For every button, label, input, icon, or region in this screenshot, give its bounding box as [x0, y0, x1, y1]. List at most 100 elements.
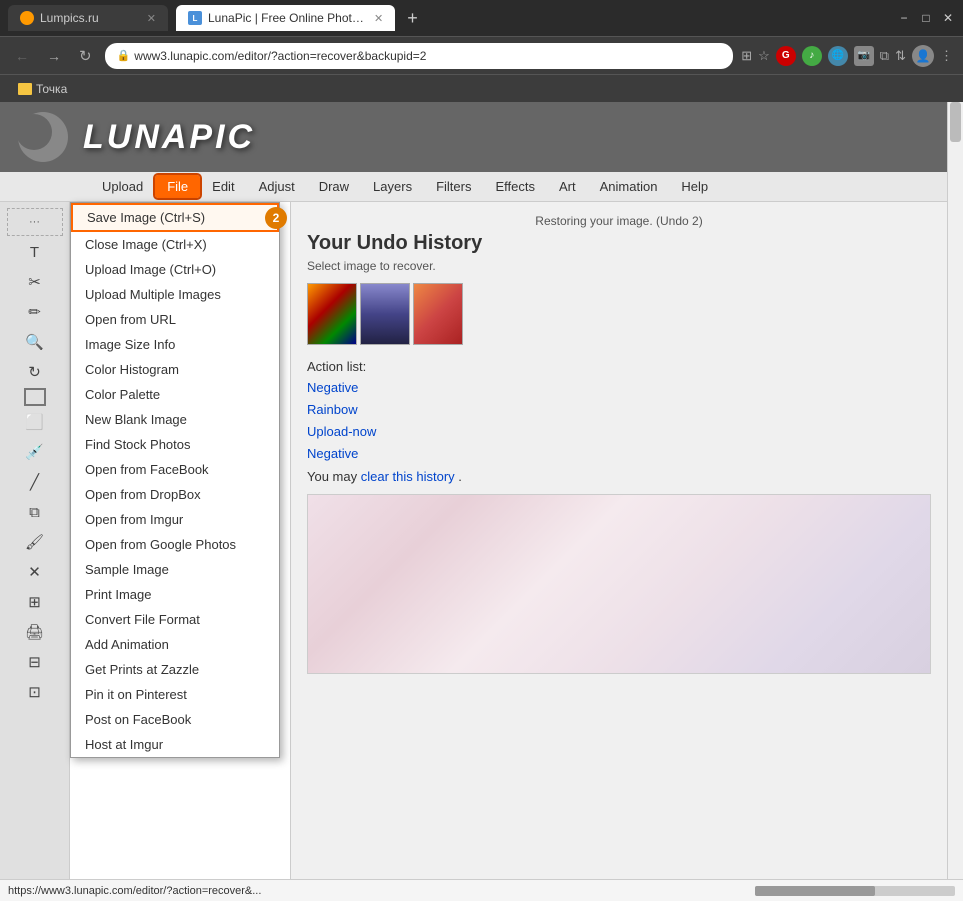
extension-4[interactable]: 📷 — [854, 46, 874, 66]
undo-thumbnails — [307, 283, 931, 345]
tool-eraser[interactable]: ⬜ — [19, 408, 51, 436]
reload-button[interactable]: ↻ — [74, 45, 97, 67]
nav-layers[interactable]: Layers — [361, 175, 424, 198]
dropdown-get-prints[interactable]: Get Prints at Zazzle — [71, 657, 279, 682]
lunapic-logo-text: LUNAPIC — [83, 118, 255, 157]
star-icon[interactable]: ☆ — [758, 48, 770, 64]
dropdown-color-palette[interactable]: Color Palette — [71, 382, 279, 407]
tool-grid[interactable]: ⊟ — [19, 648, 51, 676]
nav-filters[interactable]: Filters — [424, 175, 483, 198]
dropdown-save-image[interactable]: 2 Save Image (Ctrl+S) — [71, 203, 279, 232]
dropdown-open-imgur[interactable]: Open from Imgur — [71, 507, 279, 532]
tab-lunapic[interactable]: L LunaPic | Free Online Photo Edit... ✕ — [176, 5, 395, 31]
scrollbar-vertical[interactable] — [947, 102, 963, 879]
forward-button[interactable]: → — [42, 46, 66, 66]
bookmark-tochka[interactable]: Точка — [10, 80, 75, 98]
status-scrollbar[interactable] — [755, 886, 955, 896]
tool-zoom[interactable]: 🔍 — [19, 328, 51, 356]
status-scrollbar-thumb[interactable] — [755, 886, 875, 896]
dropdown-open-facebook[interactable]: Open from FaceBook — [71, 457, 279, 482]
scrollbar-thumb[interactable] — [950, 102, 961, 142]
translate-icon[interactable]: ⊞ — [741, 48, 752, 64]
tool-eyedropper[interactable]: 💉 — [19, 438, 51, 466]
tool-print[interactable]: 🖨 — [19, 618, 51, 646]
dropdown-image-size[interactable]: Image Size Info — [71, 332, 279, 357]
lunapic-header: LUNAPIC — [0, 102, 963, 172]
dropdown-color-histogram[interactable]: Color Histogram — [71, 357, 279, 382]
tab-lumpics-close[interactable]: ✕ — [147, 12, 156, 25]
nav-upload[interactable]: Upload — [90, 175, 155, 198]
dropdown-post-facebook[interactable]: Post on FaceBook — [71, 707, 279, 732]
new-tab-button[interactable]: + — [407, 9, 418, 27]
tab-lumpics-label: Lumpics.ru — [40, 11, 99, 25]
action-negative-1[interactable]: Negative — [307, 377, 931, 399]
tool-pencil[interactable]: ✏ — [19, 298, 51, 326]
dropdown-open-dropbox[interactable]: Open from DropBox — [71, 482, 279, 507]
restore-button[interactable]: □ — [919, 11, 933, 25]
address-bar: ← → ↻ 🔒 www3.lunapic.com/editor/?action=… — [0, 36, 963, 74]
close-button[interactable]: ✕ — [941, 11, 955, 25]
tab-lunapic-close[interactable]: ✕ — [374, 12, 383, 25]
extension-1[interactable]: G — [776, 46, 796, 66]
dropdown-upload-multiple[interactable]: Upload Multiple Images — [71, 282, 279, 307]
undo-history-panel: Restoring your image. (Undo 2) Your Undo… — [290, 202, 947, 879]
action-upload-now[interactable]: Upload-now — [307, 421, 931, 443]
tool-text[interactable]: T — [19, 238, 51, 266]
favicon-lunapic: L — [188, 11, 202, 25]
left-toolbar: ··· T ✂ ✏ 🔍 ↻ ⬜ 💉 ╱ ⧉ 🖌 ✕ ⊞ — [0, 202, 70, 879]
action-rainbow[interactable]: Rainbow — [307, 399, 931, 421]
tool-line[interactable]: ╱ — [19, 468, 51, 496]
tool-copy[interactable]: ⧉ — [19, 498, 51, 526]
clear-history-link[interactable]: clear this history — [361, 469, 455, 484]
dropdown-sample[interactable]: Sample Image — [71, 557, 279, 582]
sync-icon[interactable]: ⇅ — [895, 48, 906, 64]
nav-file[interactable]: File — [155, 175, 200, 198]
dropdown-open-url[interactable]: Open from URL — [71, 307, 279, 332]
extension-2[interactable]: ♪ — [802, 46, 822, 66]
address-input[interactable]: 🔒 www3.lunapic.com/editor/?action=recove… — [105, 43, 734, 69]
dropdown-pin-pinterest[interactable]: Pin it on Pinterest — [71, 682, 279, 707]
thumb-1[interactable] — [307, 283, 357, 345]
bookmark-folder-icon — [18, 83, 32, 95]
dropdown-convert[interactable]: Convert File Format — [71, 607, 279, 632]
menu-icon[interactable]: ⋮ — [940, 48, 953, 64]
thumb-2[interactable] — [360, 283, 410, 345]
dropdown-upload-image[interactable]: Upload Image (Ctrl+O) — [71, 257, 279, 282]
status-bar: https://www3.lunapic.com/editor/?action=… — [0, 879, 963, 901]
favicon-lumpics — [20, 11, 34, 25]
tool-rotate[interactable]: ↻ — [19, 358, 51, 386]
nav-effects[interactable]: Effects — [483, 175, 547, 198]
tool-rect[interactable] — [24, 388, 46, 406]
tool-fill[interactable]: 🖌 — [19, 528, 51, 556]
tool-select[interactable]: ··· — [7, 208, 63, 236]
tool-layer[interactable]: ⊞ — [19, 588, 51, 616]
window-controls: − □ ✕ — [897, 11, 955, 25]
nav-edit[interactable]: Edit — [200, 175, 246, 198]
thumb-3[interactable] — [413, 283, 463, 345]
nav-art[interactable]: Art — [547, 175, 588, 198]
tab-lumpics[interactable]: Lumpics.ru ✕ — [8, 5, 168, 31]
dropdown-close-image[interactable]: Close Image (Ctrl+X) — [71, 232, 279, 257]
tool-x[interactable]: ✕ — [19, 558, 51, 586]
tool-misc[interactable]: ⊡ — [19, 678, 51, 706]
dropdown-find-stock[interactable]: Find Stock Photos — [71, 432, 279, 457]
extensions-icon[interactable]: ⧉ — [880, 48, 889, 64]
minimize-button[interactable]: − — [897, 11, 911, 25]
dropdown-open-google[interactable]: Open from Google Photos — [71, 532, 279, 557]
nav-adjust[interactable]: Adjust — [247, 175, 307, 198]
back-button[interactable]: ← — [10, 46, 34, 66]
profile-icon[interactable]: 👤 — [912, 45, 934, 67]
nav-menu: Upload File Edit Adjust Draw Layers Filt… — [0, 172, 963, 202]
dropdown-print[interactable]: Print Image — [71, 582, 279, 607]
dropdown-host-imgur[interactable]: Host at Imgur — [71, 732, 279, 757]
nav-animation[interactable]: Animation — [588, 175, 670, 198]
extension-3[interactable]: 🌐 — [828, 46, 848, 66]
tool-scissors[interactable]: ✂ — [19, 268, 51, 296]
tab-lunapic-label: LunaPic | Free Online Photo Edit... — [208, 11, 368, 25]
dropdown-add-animation[interactable]: Add Animation — [71, 632, 279, 657]
action-negative-2[interactable]: Negative — [307, 443, 931, 465]
bookmark-label: Точка — [36, 82, 67, 96]
nav-draw[interactable]: Draw — [307, 175, 361, 198]
dropdown-new-blank[interactable]: New Blank Image — [71, 407, 279, 432]
nav-help[interactable]: Help — [669, 175, 720, 198]
